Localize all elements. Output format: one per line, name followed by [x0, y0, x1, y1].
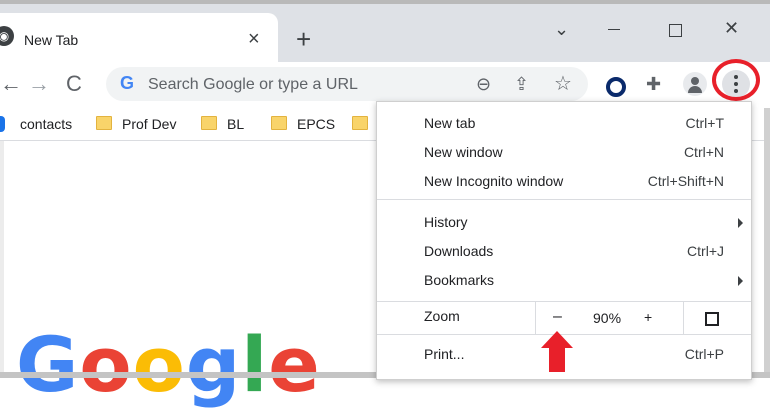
close-window-button[interactable]: ✕	[724, 18, 739, 38]
address-bar-placeholder: Search Google or type a URL	[148, 76, 358, 93]
zoom-divider	[683, 302, 684, 334]
page-border-right	[764, 108, 770, 378]
menu-item-shortcut: Ctrl+J	[687, 243, 724, 259]
menu-item-new-window[interactable]: New window Ctrl+N	[377, 138, 751, 167]
red-arrow-annotation	[541, 331, 573, 372]
folder-icon	[271, 116, 287, 130]
bookmark-contacts[interactable]: contacts	[20, 116, 72, 132]
menu-item-label: Print...	[424, 346, 465, 362]
menu-zoom-row: Zoom – 90% +	[377, 302, 751, 334]
menu-item-shortcut: Ctrl+P	[684, 346, 724, 362]
menu-item-label: Bookmarks	[424, 272, 495, 288]
tab-title: New Tab	[24, 32, 79, 48]
menu-separator	[377, 199, 751, 200]
red-circle-annotation	[712, 59, 760, 101]
zoom-out-button[interactable]: –	[553, 308, 562, 326]
submenu-arrow-icon	[738, 276, 743, 286]
folder-icon	[201, 116, 217, 130]
extensions-puzzle-icon[interactable]: ✚	[646, 74, 661, 95]
chrome-icon: ◉	[0, 26, 14, 46]
address-bar[interactable]: G Search Google or type a URL ⊖ ⇪ ☆	[106, 67, 588, 101]
opera-extension-icon[interactable]	[606, 77, 626, 97]
tab-new-tab[interactable]: ◉ New Tab ×	[0, 13, 278, 66]
menu-item-label: New window	[424, 144, 503, 160]
page-edge	[0, 141, 4, 378]
menu-item-label: New Incognito window	[424, 173, 564, 189]
folder-icon	[96, 116, 112, 130]
back-button[interactable]: ←	[0, 72, 22, 96]
zoom-level-value: 90%	[593, 310, 622, 326]
share-icon[interactable]: ⇪	[514, 73, 529, 95]
submenu-arrow-icon	[738, 218, 743, 228]
forward-button[interactable]: →	[28, 72, 50, 96]
fullscreen-icon[interactable]	[705, 312, 719, 326]
folder-icon	[352, 116, 368, 130]
zoom-label: Zoom	[424, 308, 460, 324]
minimize-button[interactable]	[604, 18, 624, 38]
google-g-icon: G	[120, 73, 135, 93]
profile-avatar[interactable]	[683, 72, 707, 96]
menu-item-new-tab[interactable]: New tab Ctrl+T	[377, 109, 751, 138]
zoom-out-icon[interactable]: ⊖	[476, 73, 491, 95]
tab-close-button[interactable]: ×	[248, 29, 260, 49]
menu-item-label: History	[424, 214, 468, 230]
menu-item-new-incognito-window[interactable]: New Incognito window Ctrl+Shift+N	[377, 167, 751, 196]
bookmark-prof-dev[interactable]: Prof Dev	[96, 116, 176, 132]
menu-item-label: New tab	[424, 115, 476, 131]
tab-strip: ◉ New Tab × + ⌄ ✕	[0, 4, 770, 66]
menu-item-downloads[interactable]: Downloads Ctrl+J	[377, 237, 751, 266]
menu-item-shortcut: Ctrl+N	[683, 144, 724, 160]
bookmark-star-icon[interactable]: ☆	[554, 73, 572, 95]
bookmark-epcs[interactable]: EPCS	[271, 116, 335, 132]
zoom-divider	[535, 302, 536, 334]
menu-item-shortcut: Ctrl+T	[685, 115, 725, 131]
bookmark-bl[interactable]: BL	[201, 116, 244, 132]
menu-item-label: Downloads	[424, 243, 494, 259]
google-logo: Google	[16, 320, 321, 409]
reload-button[interactable]: C	[66, 72, 82, 96]
zoom-in-button[interactable]: +	[644, 309, 652, 325]
menu-item-history[interactable]: History	[377, 208, 751, 237]
new-tab-button[interactable]: +	[296, 26, 311, 52]
menu-item-shortcut: Ctrl+Shift+N	[647, 173, 724, 189]
bookmark-folder-partial[interactable]	[352, 116, 378, 132]
bookmark-icon	[0, 116, 5, 132]
maximize-button[interactable]	[669, 24, 682, 37]
menu-item-bookmarks[interactable]: Bookmarks	[377, 266, 751, 295]
tab-search-button[interactable]: ⌄	[554, 19, 569, 39]
